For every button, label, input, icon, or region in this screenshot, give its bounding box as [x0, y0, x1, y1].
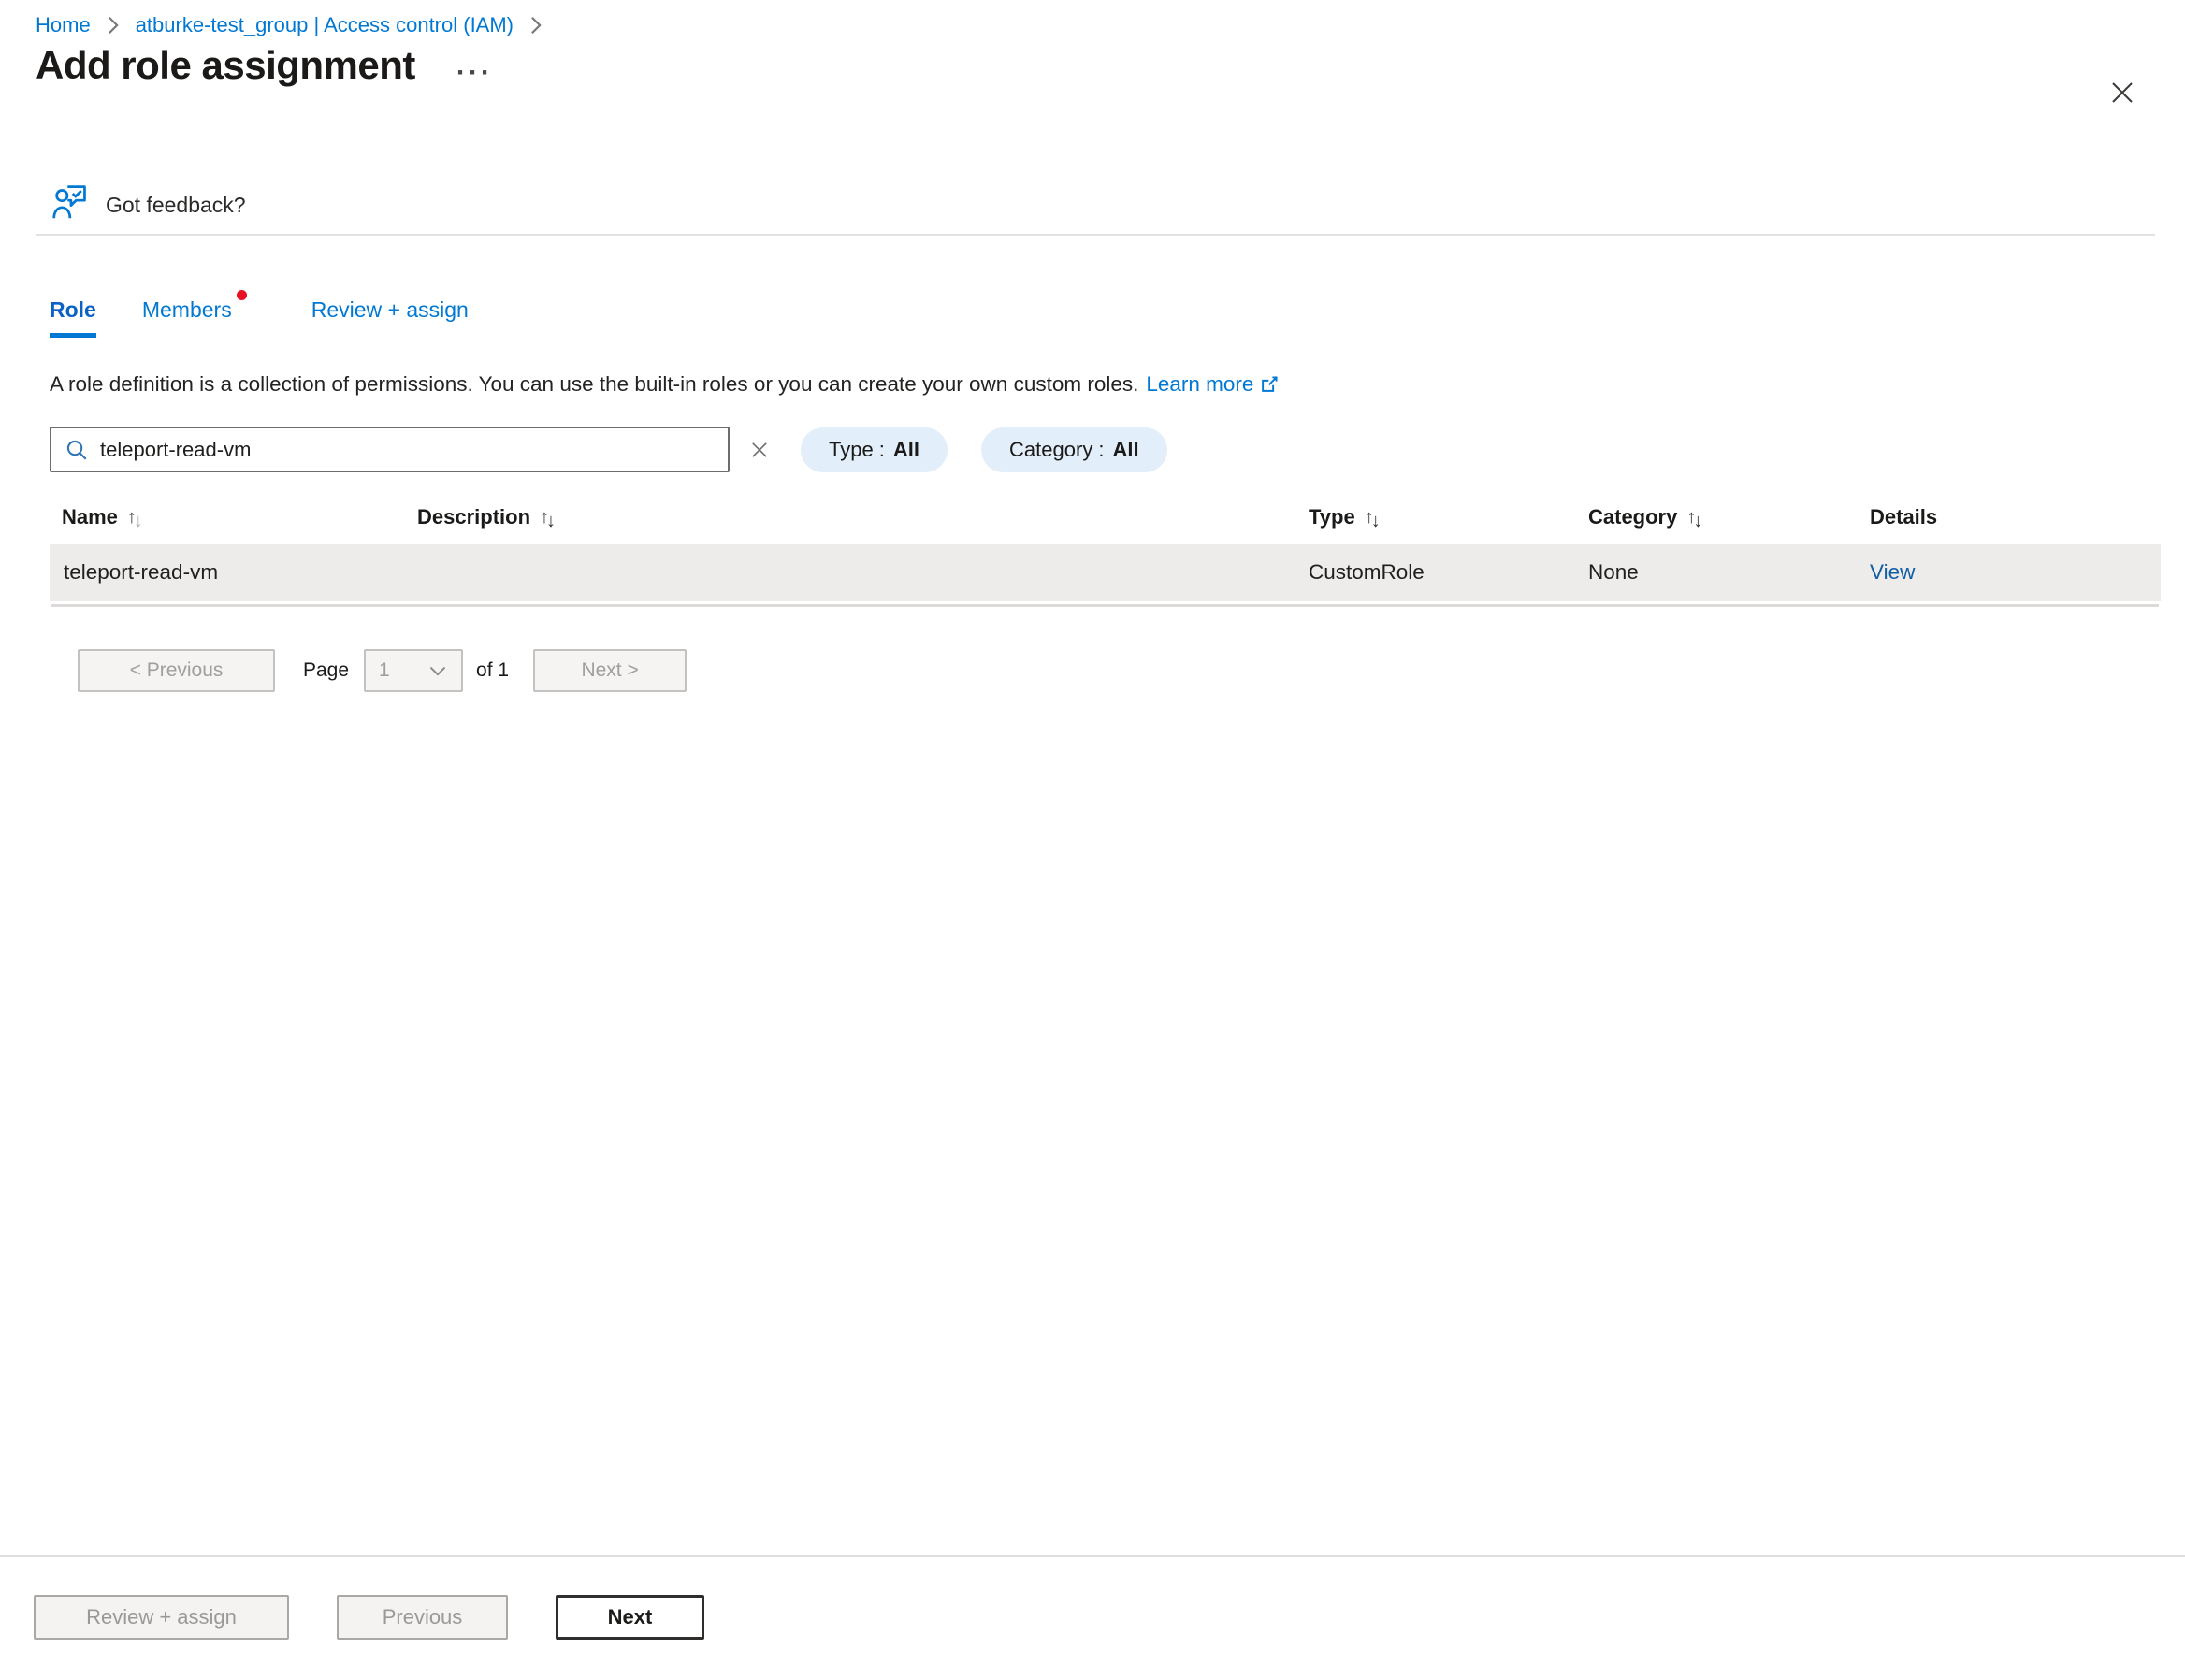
column-header-name[interactable]: Name ↑↓	[50, 505, 417, 529]
clear-search-icon[interactable]	[745, 435, 774, 465]
page-number-value: 1	[379, 659, 390, 682]
breadcrumb: Home atburke-test_group | Access control…	[36, 13, 543, 37]
chevron-right-icon	[528, 15, 543, 36]
pagination: < Previous Page 1 of 1 Next >	[78, 649, 687, 692]
row-name-cell: teleport-read-vm	[50, 560, 417, 585]
review-assign-button[interactable]: Review + assign	[34, 1595, 289, 1640]
footer-actions: Review + assign Previous Next	[34, 1595, 704, 1640]
header-divider	[36, 234, 2155, 236]
tab-role[interactable]: Role	[50, 297, 96, 338]
next-step-button[interactable]: Next	[556, 1595, 704, 1640]
learn-more-link[interactable]: Learn more	[1146, 372, 1280, 397]
filter-type-pill[interactable]: Type : All	[801, 427, 948, 472]
search-icon	[65, 438, 89, 462]
filter-type-label: Type :	[829, 438, 885, 462]
previous-step-button[interactable]: Previous	[337, 1595, 508, 1640]
column-header-description[interactable]: Description ↑↓	[417, 505, 1309, 529]
more-options-icon[interactable]: ···	[456, 59, 493, 87]
chevron-right-icon	[106, 15, 121, 36]
sort-icon: ↑↓	[1686, 507, 1700, 529]
footer-divider	[0, 1555, 2185, 1557]
filter-type-value: All	[893, 438, 919, 462]
breadcrumb-home-link[interactable]: Home	[36, 13, 91, 37]
page-label: Page	[303, 659, 349, 682]
sort-icon: ↑↓	[127, 507, 140, 529]
sort-icon: ↑↓	[540, 507, 553, 529]
column-type-label: Type	[1309, 505, 1355, 529]
tab-review-assign[interactable]: Review + assign	[311, 297, 469, 338]
members-alert-badge	[237, 290, 247, 300]
page-title: Add role assignment	[36, 43, 415, 88]
next-page-button[interactable]: Next >	[533, 649, 687, 692]
chevron-down-icon	[427, 660, 448, 681]
filter-category-label: Category :	[1009, 438, 1105, 462]
role-search-box[interactable]	[50, 427, 730, 472]
learn-more-label: Learn more	[1146, 372, 1253, 397]
roles-table: Name ↑↓ Description ↑↓ Type ↑↓ Category …	[50, 498, 2161, 607]
page-header: Add role assignment ···	[36, 43, 493, 88]
search-filter-row: Type : All Category : All	[50, 427, 1167, 472]
tab-members[interactable]: Members	[142, 297, 232, 338]
page-count-label: of 1	[476, 659, 509, 682]
column-header-details: Details	[1870, 505, 2161, 529]
column-description-label: Description	[417, 505, 530, 529]
got-feedback-button[interactable]: Got feedback?	[51, 181, 246, 228]
search-input[interactable]	[100, 428, 728, 471]
row-type-cell: CustomRole	[1309, 560, 1588, 585]
previous-page-button[interactable]: < Previous	[78, 649, 275, 692]
filter-category-pill[interactable]: Category : All	[981, 427, 1167, 472]
external-link-icon	[1259, 374, 1280, 395]
column-header-category[interactable]: Category ↑↓	[1588, 505, 1870, 529]
table-header-row: Name ↑↓ Description ↑↓ Type ↑↓ Category …	[50, 498, 2161, 544]
table-row[interactable]: teleport-read-vm CustomRole None View	[50, 544, 2161, 601]
column-category-label: Category	[1588, 505, 1677, 529]
feedback-person-icon	[51, 181, 89, 228]
filter-category-value: All	[1113, 438, 1139, 462]
tab-members-label: Members	[142, 297, 232, 322]
breadcrumb-iam-link[interactable]: atburke-test_group | Access control (IAM…	[136, 13, 514, 37]
role-description: A role definition is a collection of per…	[50, 372, 1280, 397]
row-category-cell: None	[1588, 560, 1870, 585]
page-number-dropdown[interactable]: 1	[364, 649, 463, 692]
tab-bar: Role Members Review + assign	[50, 297, 469, 338]
column-name-label: Name	[62, 505, 118, 529]
view-details-link[interactable]: View	[1870, 560, 1915, 584]
role-description-text: A role definition is a collection of per…	[50, 372, 1138, 397]
sort-icon: ↑↓	[1365, 507, 1378, 529]
got-feedback-label: Got feedback?	[106, 193, 246, 218]
column-details-label: Details	[1870, 505, 1937, 529]
close-icon[interactable]	[2106, 77, 2138, 109]
table-bottom-border	[51, 604, 2159, 607]
column-header-type[interactable]: Type ↑↓	[1309, 505, 1588, 529]
